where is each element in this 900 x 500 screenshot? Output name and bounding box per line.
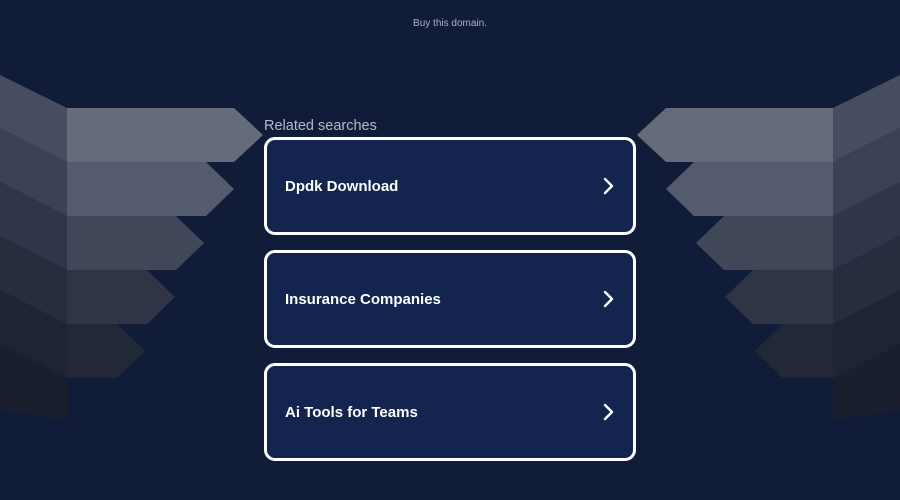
chevron-right-icon: [603, 290, 614, 308]
search-result-button[interactable]: Dpdk Download: [264, 137, 636, 235]
left-decoration: [0, 75, 263, 420]
search-result-label: Insurance Companies: [285, 290, 441, 308]
buy-domain-link[interactable]: Buy this domain.: [0, 18, 900, 29]
related-searches-list: Dpdk Download Insurance Companies Ai Too…: [264, 137, 636, 476]
right-decoration: [637, 75, 900, 420]
chevron-right-icon: [603, 177, 614, 195]
related-searches-heading: Related searches: [264, 118, 377, 134]
search-result-label: Dpdk Download: [285, 177, 399, 195]
search-result-button[interactable]: Ai Tools for Teams: [264, 363, 636, 461]
chevron-right-icon: [603, 403, 614, 421]
search-result-label: Ai Tools for Teams: [285, 403, 418, 421]
search-result-button[interactable]: Insurance Companies: [264, 250, 636, 348]
